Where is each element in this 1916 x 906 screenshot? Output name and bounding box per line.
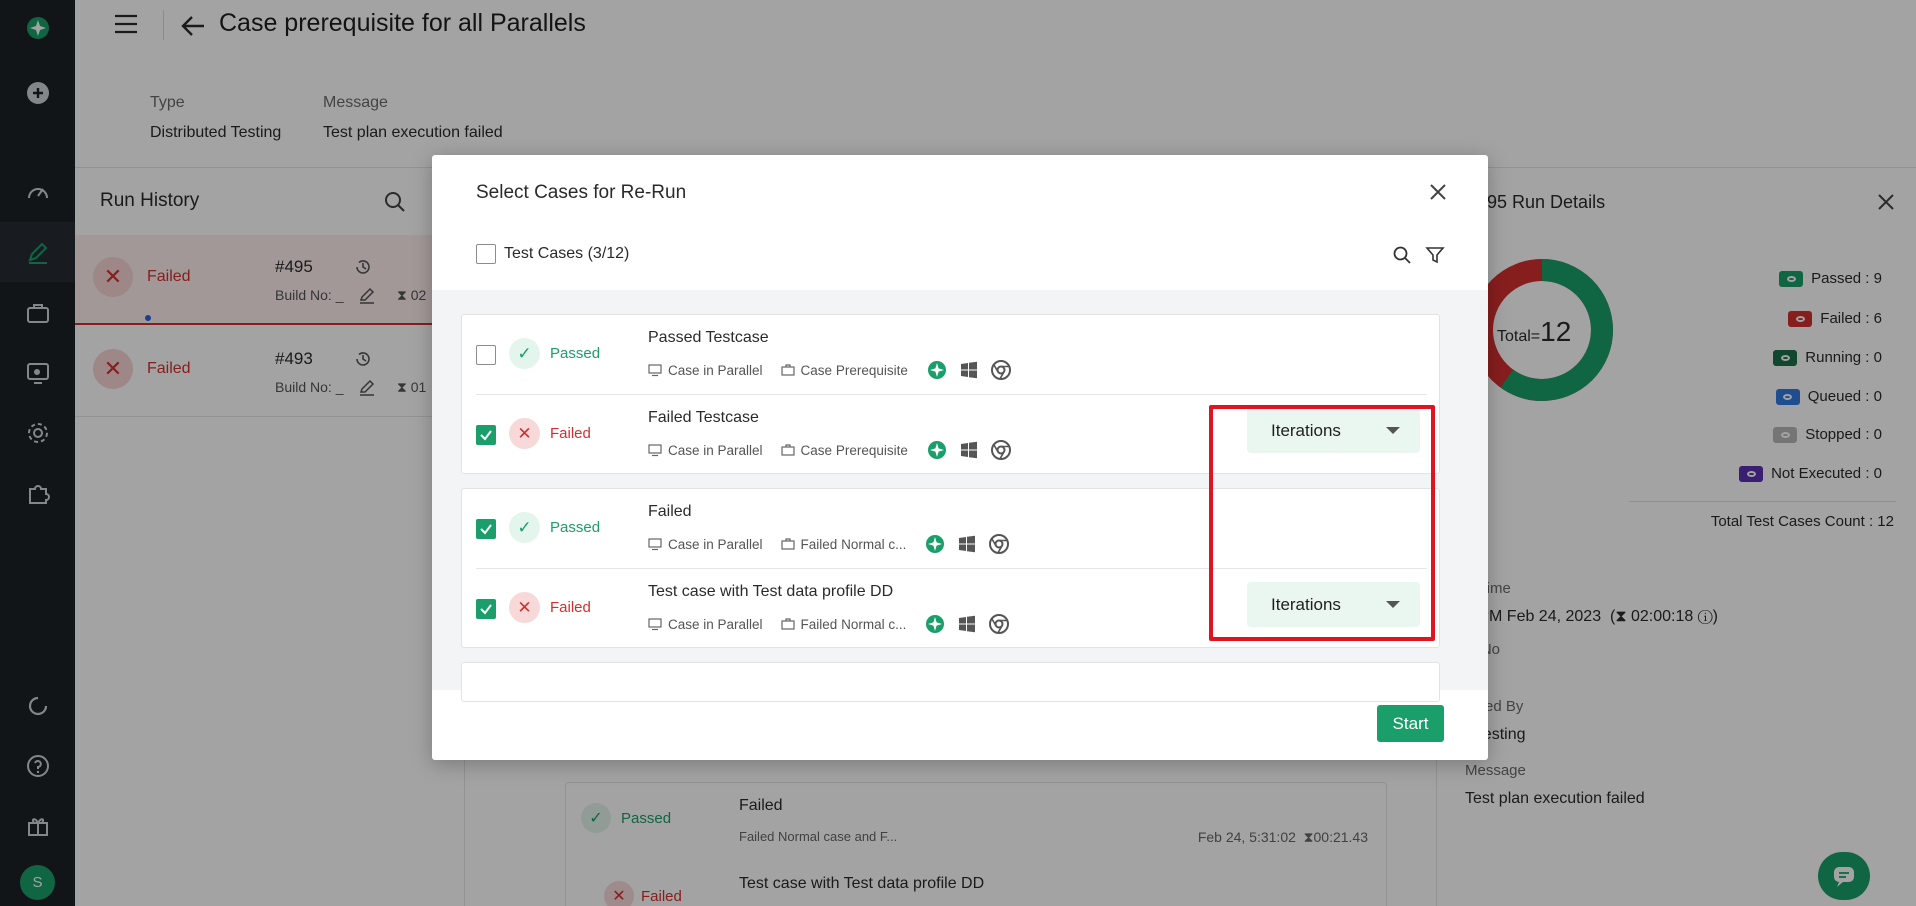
iterations-dropdown[interactable]: Iterations	[1247, 582, 1420, 627]
test-case-list[interactable]: ✓ Passed Passed Testcase Case in Paralle…	[432, 290, 1488, 702]
suite-tag: Failed Normal c...	[780, 536, 907, 552]
testsigma-agent-icon	[926, 535, 945, 553]
test-case-meta: Case in Parallel Failed Normal c...	[648, 613, 1020, 635]
iterations-label: Iterations	[1271, 420, 1341, 440]
monitor-icon	[648, 364, 662, 377]
iterations-label: Iterations	[1271, 594, 1341, 614]
passed-check-icon: ✓	[509, 512, 540, 543]
suite-tag: Case Prerequisite	[780, 362, 908, 378]
test-case-name: Test case with Test data profile DD	[648, 583, 894, 600]
test-case-status: Failed	[550, 599, 591, 616]
select-all-checkbox[interactable]	[476, 244, 496, 264]
briefcase-icon	[780, 364, 795, 376]
windows-icon	[960, 441, 977, 459]
test-case-name: Failed Testcase	[648, 409, 759, 426]
case-type: Case in Parallel	[668, 616, 763, 632]
select-all-test-cases[interactable]: Test Cases (3/12)	[476, 244, 629, 264]
test-case-group: ✓ Passed Failed Case in Parallel Failed …	[461, 488, 1440, 648]
case-type-tag: Case in Parallel	[648, 537, 763, 552]
windows-icon	[959, 615, 976, 633]
iterations-dropdown[interactable]: Iterations	[1247, 408, 1420, 453]
suite-name: Failed Normal c...	[800, 616, 907, 632]
windows-icon	[960, 361, 977, 379]
test-case-row[interactable]: ✕ Failed Failed Testcase Case in Paralle…	[462, 395, 1441, 475]
case-type: Case in Parallel	[668, 442, 763, 458]
test-case-checkbox[interactable]	[476, 345, 496, 365]
modal-title: Select Cases for Re-Run	[476, 182, 687, 203]
test-case-meta: Case in Parallel Failed Normal c...	[648, 533, 1020, 555]
monitor-icon	[648, 444, 662, 457]
testsigma-agent-icon	[926, 615, 945, 633]
suite-name: Case Prerequisite	[800, 442, 908, 458]
case-type-tag: Case in Parallel	[648, 443, 763, 458]
test-case-name: Failed	[648, 503, 692, 520]
chrome-icon	[990, 360, 1011, 380]
checkmark-icon	[480, 430, 492, 441]
checkmark-icon	[480, 604, 492, 615]
test-case-row[interactable]: ✓ Passed Failed Case in Parallel Failed …	[462, 489, 1441, 569]
test-case-status: Passed	[550, 519, 601, 536]
caret-down-icon	[1386, 601, 1400, 608]
test-case-status: Failed	[550, 425, 591, 442]
caret-down-icon	[1386, 427, 1400, 434]
failed-x-icon: ✕	[509, 418, 540, 449]
filter-icon[interactable]	[1425, 245, 1445, 265]
chrome-icon	[990, 440, 1011, 460]
test-cases-count-label: Test Cases (3/12)	[504, 245, 630, 262]
monitor-icon	[648, 618, 662, 631]
case-type: Case in Parallel	[668, 362, 763, 378]
passed-check-icon: ✓	[509, 338, 540, 369]
case-type: Case in Parallel	[668, 536, 763, 552]
test-case-row[interactable]: ✕ Failed Test case with Test data profil…	[462, 569, 1441, 649]
briefcase-icon	[780, 618, 795, 630]
test-case-checkbox[interactable]	[476, 425, 496, 445]
suite-name: Failed Normal c...	[800, 536, 907, 552]
test-case-row[interactable]: ✓ Passed Passed Testcase Case in Paralle…	[462, 315, 1441, 395]
rerun-modal: Select Cases for Re-Run Test Cases (3/12…	[432, 155, 1488, 760]
briefcase-icon	[780, 444, 795, 456]
failed-x-icon: ✕	[509, 592, 540, 623]
testsigma-agent-icon	[927, 361, 946, 379]
test-case-group	[461, 662, 1440, 702]
chrome-icon	[989, 534, 1010, 554]
briefcase-icon	[780, 538, 795, 550]
windows-icon	[959, 535, 976, 553]
monitor-icon	[648, 538, 662, 551]
test-case-meta: Case in Parallel Case Prerequisite	[648, 439, 1022, 461]
start-button[interactable]: Start	[1377, 705, 1444, 742]
suite-tag: Failed Normal c...	[780, 616, 907, 632]
chrome-icon	[989, 614, 1010, 634]
close-icon[interactable]	[1426, 180, 1450, 204]
checkmark-icon	[480, 524, 492, 535]
test-case-group: ✓ Passed Passed Testcase Case in Paralle…	[461, 314, 1440, 474]
suite-name: Case Prerequisite	[800, 362, 908, 378]
case-type-tag: Case in Parallel	[648, 617, 763, 632]
search-icon[interactable]	[1392, 245, 1412, 265]
test-case-checkbox[interactable]	[476, 599, 496, 619]
case-type-tag: Case in Parallel	[648, 363, 763, 378]
test-case-checkbox[interactable]	[476, 519, 496, 539]
test-case-meta: Case in Parallel Case Prerequisite	[648, 359, 1022, 381]
test-case-name: Passed Testcase	[648, 329, 769, 346]
suite-tag: Case Prerequisite	[780, 442, 908, 458]
test-case-status: Passed	[550, 345, 601, 362]
testsigma-agent-icon	[927, 441, 946, 459]
